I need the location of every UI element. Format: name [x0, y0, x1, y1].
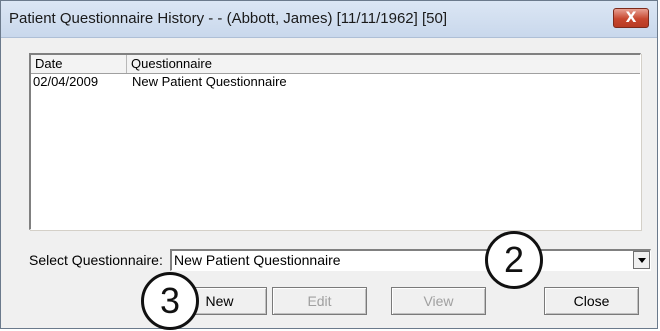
column-header-questionnaire[interactable]: Questionnaire [127, 55, 307, 73]
questionnaire-history-list[interactable]: Date Questionnaire 02/04/2009 New Patien… [29, 53, 641, 230]
callout-number-2: 2 [485, 231, 543, 289]
list-item[interactable]: 02/04/2009 New Patient Questionnaire [31, 74, 640, 90]
callout-number-3: 3 [141, 272, 199, 330]
select-questionnaire-label: Select Questionnaire: [29, 252, 163, 268]
select-questionnaire-value: New Patient Questionnaire [174, 252, 341, 268]
list-header: Date Questionnaire [31, 55, 640, 74]
window-title: Patient Questionnaire History - - (Abbot… [9, 10, 447, 27]
row-date: 02/04/2009 [33, 74, 99, 89]
title-bar[interactable]: Patient Questionnaire History - - (Abbot… [1, 1, 657, 38]
close-button[interactable]: Close [544, 287, 639, 315]
view-button[interactable]: View [391, 287, 486, 315]
select-questionnaire-dropdown[interactable]: New Patient Questionnaire [170, 249, 651, 271]
edit-button[interactable]: Edit [272, 287, 367, 315]
row-questionnaire: New Patient Questionnaire [132, 74, 287, 89]
window-close-icon[interactable]: X [613, 8, 649, 28]
dropdown-arrow-icon[interactable] [633, 251, 650, 269]
patient-questionnaire-history-window: Patient Questionnaire History - - (Abbot… [0, 0, 658, 329]
column-header-date[interactable]: Date [31, 55, 127, 73]
